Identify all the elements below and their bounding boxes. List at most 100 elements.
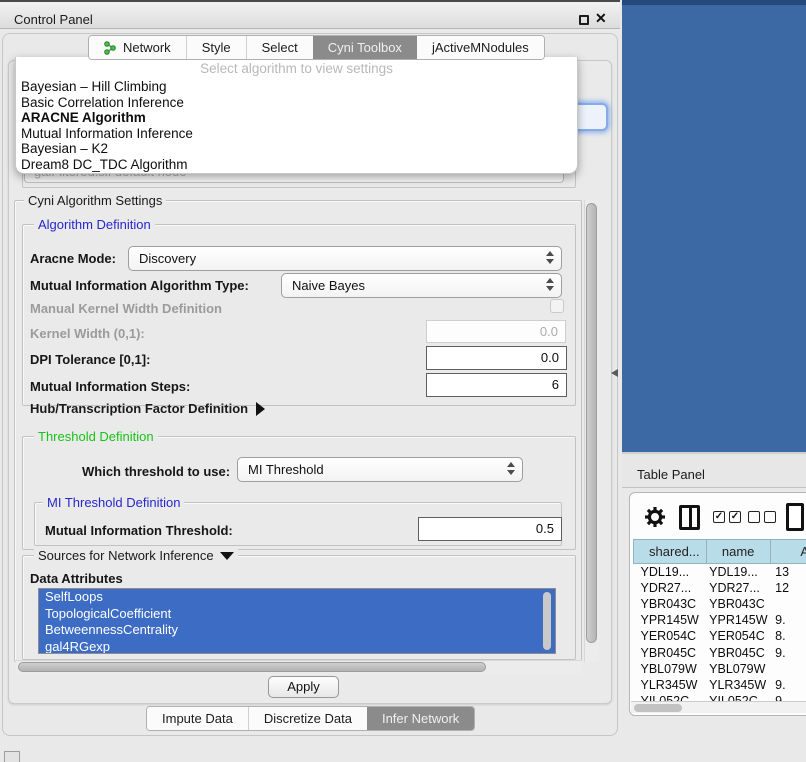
tab-select[interactable]: Select <box>246 36 313 59</box>
table-cell: 12 <box>770 580 806 596</box>
attribute-item-betweennesscentrality[interactable]: BetweennessCentrality <box>39 622 555 639</box>
table-cell: 8. <box>770 628 806 644</box>
table-row[interactable]: YLR345WYLR345W9. <box>634 677 806 693</box>
stepper-arrows-icon <box>546 278 554 291</box>
float-window-icon[interactable] <box>579 15 589 25</box>
table-row[interactable]: YBR045CYBR045C9. <box>634 644 806 660</box>
control-panel-title: Control Panel <box>14 12 93 27</box>
algorithm-definition-title: Algorithm Definition <box>34 217 155 232</box>
table-cell: YPR145W <box>706 612 770 628</box>
attributes-list-scrollbar[interactable] <box>543 592 551 650</box>
popup-item-list: Bayesian – Hill ClimbingBasic Correlatio… <box>21 79 572 172</box>
hub-definition-expander[interactable]: Hub/Transcription Factor Definition <box>30 401 265 416</box>
dpi-tolerance-field[interactable]: 0.0 <box>426 346 567 370</box>
table-panel-title: Table Panel <box>637 467 705 482</box>
manual-kernel-label: Manual Kernel Width Definition <box>30 301 222 316</box>
split-columns-icon[interactable] <box>679 505 700 530</box>
checkbox-checked-icon: ✓ <box>729 511 741 523</box>
sources-group-title[interactable]: Sources for Network Inference <box>34 548 238 563</box>
tab-label: Network <box>123 40 171 55</box>
table-row[interactable]: YBL079WYBL079W <box>634 661 806 677</box>
table-row[interactable]: YPR145WYPR145W9. <box>634 612 806 628</box>
bottom-tab-infer-network[interactable]: Infer Network <box>367 707 474 730</box>
checkbox-empty-icon <box>748 511 760 523</box>
node-table: shared...nameA YDL19...YDL19...13YDR27..… <box>633 539 806 709</box>
algorithm-option-bayesian-k2[interactable]: Bayesian – K2 <box>21 141 572 157</box>
tab-label: Discretize Data <box>264 711 352 726</box>
gear-icon[interactable] <box>643 505 667 529</box>
mi-steps-field[interactable]: 6 <box>426 373 567 397</box>
table-cell: YBR043C <box>706 596 770 612</box>
algorithm-option-mutual-information-inference[interactable]: Mutual Information Inference <box>21 126 572 142</box>
table-cell: 9. <box>770 677 806 693</box>
table-header-row[interactable]: shared...nameA <box>634 540 806 564</box>
data-attributes-label: Data Attributes <box>30 571 123 586</box>
screenshot-root: Control Panel ✕ Network Style Select Cyni T… <box>0 0 806 762</box>
tab-jactivemnodules[interactable]: jActiveMNodules <box>417 36 544 59</box>
settings-horizontal-scrollbar-thumb[interactable] <box>18 662 486 672</box>
tab-label: Cyni Toolbox <box>328 40 402 55</box>
settings-group-title: Cyni Algorithm Settings <box>24 193 166 208</box>
document-icon[interactable] <box>786 503 804 531</box>
table-cell <box>770 596 806 612</box>
checked-boxes-icon[interactable]: ✓ ✓ <box>713 511 741 523</box>
table-panel: ✓ ✓ shared...nameA YDL19...YDL19...13YDR… <box>629 492 806 716</box>
close-icon[interactable]: ✕ <box>595 10 607 27</box>
mi-steps-label: Mutual Information Steps: <box>30 379 190 394</box>
table-cell <box>770 661 806 677</box>
mi-threshold-label: Mutual Information Threshold: <box>45 523 233 538</box>
algorithm-option-aracne-algorithm[interactable]: ARACNE Algorithm <box>21 110 572 126</box>
attribute-item-gal4rgexp[interactable]: gal4RGexp <box>39 639 555 655</box>
data-attributes-list[interactable]: SelfLoopsTopologicalCoefficientBetweenne… <box>38 588 556 654</box>
table-row[interactable]: YBR043CYBR043C <box>634 596 806 612</box>
table-row[interactable]: YDL19...YDL19...13 <box>634 564 806 580</box>
collapsed-panel-icon[interactable] <box>4 751 20 762</box>
table-row[interactable]: YDR27...YDR27...12 <box>634 580 806 596</box>
table-cell: YBL079W <box>706 661 770 677</box>
bottom-tab-bar: Impute Data Discretize Data Infer Network <box>146 706 475 731</box>
threshold-definition-title: Threshold Definition <box>34 429 158 444</box>
manual-kernel-checkbox[interactable] <box>550 299 564 313</box>
which-threshold-value: MI Threshold <box>248 462 324 477</box>
mi-threshold-definition-title: MI Threshold Definition <box>43 495 184 510</box>
attribute-item-topologicalcoefficient[interactable]: TopologicalCoefficient <box>39 606 555 623</box>
which-threshold-label: Which threshold to use: <box>82 464 230 479</box>
table-horizontal-scrollbar-thumb[interactable] <box>634 704 682 712</box>
table-cell: YLR345W <box>706 677 770 693</box>
aracne-mode-label: Aracne Mode: <box>30 251 116 266</box>
mi-threshold-field[interactable]: 0.5 <box>418 517 562 541</box>
kernel-width-field[interactable]: 0.0 <box>426 320 566 343</box>
algorithm-option-basic-correlation-inference[interactable]: Basic Correlation Inference <box>21 95 572 111</box>
apply-button[interactable]: Apply <box>268 676 339 698</box>
table-cell: 13 <box>770 564 806 580</box>
tab-label: Style <box>202 40 231 55</box>
checkbox-checked-icon: ✓ <box>713 511 725 523</box>
kernel-width-label: Kernel Width (0,1): <box>30 326 145 341</box>
attribute-item-selfloops[interactable]: SelfLoops <box>39 589 555 606</box>
table-horizontal-scrollbar[interactable] <box>631 701 806 713</box>
algorithm-option-bayesian-hill-climbing[interactable]: Bayesian – Hill Climbing <box>21 79 572 95</box>
table-cell: 9. <box>770 644 806 660</box>
algorithm-option-dream8-dc-tdc-algorithm[interactable]: Dream8 DC_TDC Algorithm <box>21 157 572 173</box>
which-threshold-combobox[interactable]: MI Threshold <box>237 457 523 482</box>
settings-vertical-scrollbar-thumb[interactable] <box>586 203 597 643</box>
tab-style[interactable]: Style <box>186 36 246 59</box>
unchecked-boxes-icon[interactable] <box>748 511 776 523</box>
aracne-mode-value: Discovery <box>139 251 196 266</box>
bottom-tab-impute-data[interactable]: Impute Data <box>147 707 248 730</box>
table-cell: YER054C <box>634 628 707 644</box>
bottom-tab-discretize-data[interactable]: Discretize Data <box>248 707 367 730</box>
table-row[interactable]: YER054CYER054C8. <box>634 628 806 644</box>
table-cell: 9. <box>770 612 806 628</box>
column-header-name[interactable]: name <box>706 540 770 564</box>
tab-network[interactable]: Network <box>89 36 186 59</box>
aracne-mode-combobox[interactable]: Discovery <box>128 246 562 271</box>
column-header-shared-[interactable]: shared... <box>634 540 707 564</box>
stepper-arrows-icon <box>507 462 515 475</box>
control-panel-tab-bar: Network Style Select Cyni Toolbox jActiveMNo… <box>88 35 545 60</box>
mi-type-combobox[interactable]: Naive Bayes <box>281 273 562 298</box>
table-cell: YBR045C <box>634 644 707 660</box>
mi-type-value: Naive Bayes <box>292 278 365 293</box>
column-header-a[interactable]: A <box>770 540 806 564</box>
tab-cyni-toolbox[interactable]: Cyni Toolbox <box>313 36 417 59</box>
